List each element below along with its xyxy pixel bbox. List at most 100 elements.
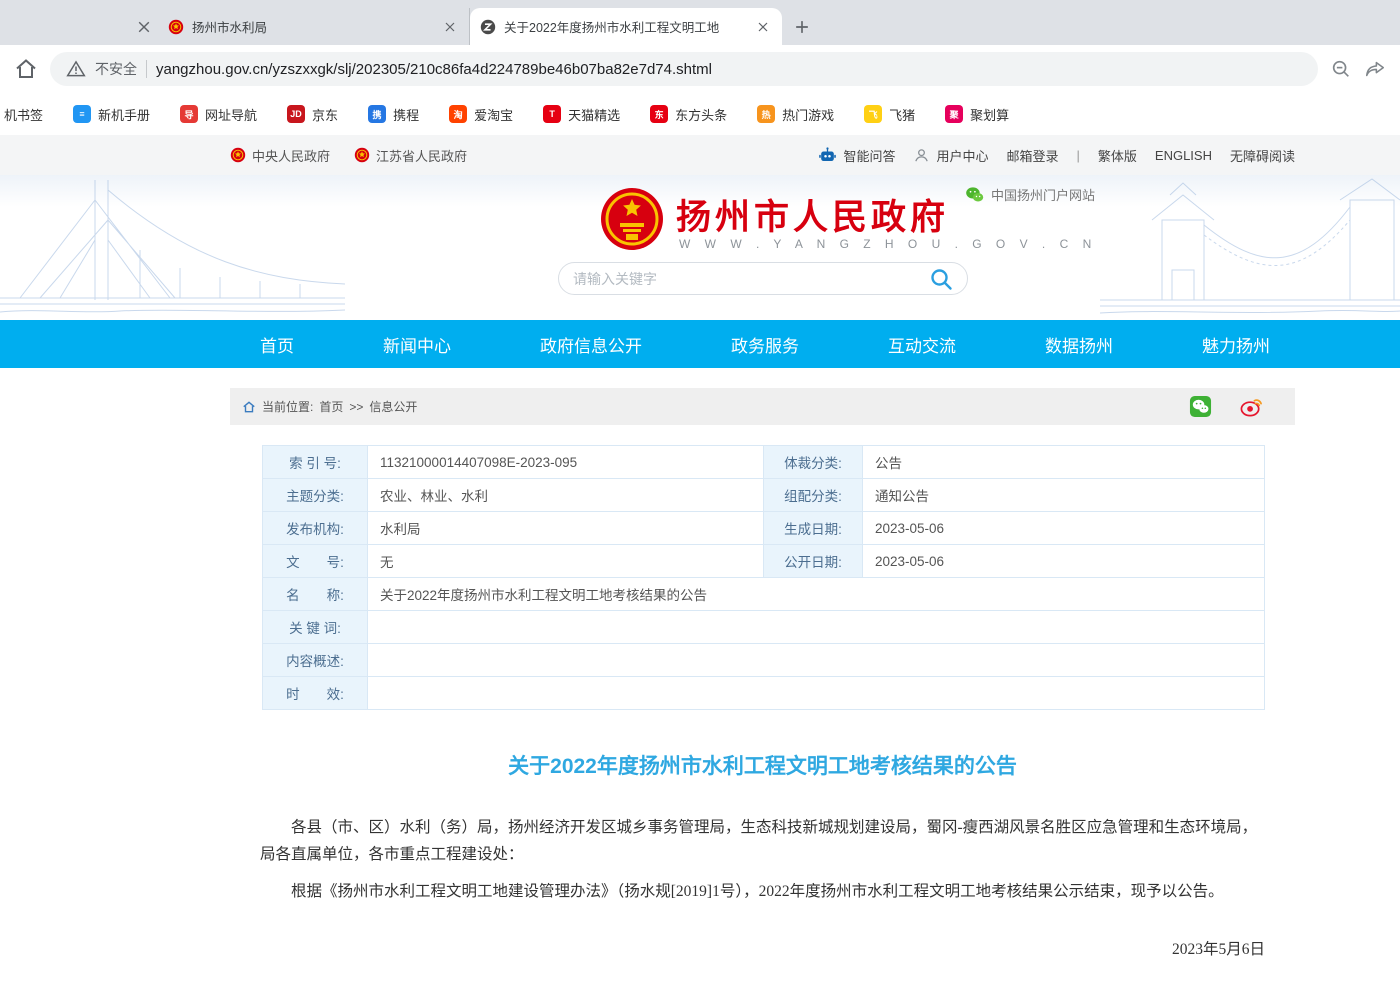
link-label: 智能问答: [843, 146, 895, 165]
search-input[interactable]: [573, 271, 929, 287]
meta-label: 内容概述:: [263, 644, 368, 677]
link-jiangsu-gov[interactable]: 江苏省人民政府: [354, 146, 467, 165]
bookmark-label: 网址导航: [205, 105, 257, 124]
close-icon[interactable]: [754, 18, 772, 36]
breadcrumb-current[interactable]: 信息公开: [369, 398, 417, 415]
divider: [146, 60, 147, 78]
bookmark-label: 携程: [393, 105, 419, 124]
bookmark-label: 东方头条: [675, 105, 727, 124]
link-mail-login[interactable]: 邮箱登录: [1006, 146, 1058, 165]
site-search: [558, 262, 968, 295]
banner-art-right: [1100, 175, 1400, 320]
close-icon[interactable]: [441, 18, 459, 36]
link-label: 邮箱登录: [1006, 146, 1058, 165]
main-navigation: 首页 新闻中心 政府信息公开 政务服务 互动交流 数据扬州 魅力扬州: [0, 320, 1400, 368]
link-accessibility[interactable]: 无障碍阅读: [1230, 146, 1295, 165]
wechat-share-icon[interactable]: [1189, 395, 1212, 418]
bookmark-favicon-icon: ≡: [73, 105, 91, 123]
zoom-out-icon[interactable]: [1330, 58, 1352, 80]
address-bar[interactable]: 不安全 yangzhou.gov.cn/yzszxxgk/slj/202305/…: [50, 52, 1318, 86]
bookmark-item[interactable]: 东 东方头条: [650, 105, 727, 124]
home-icon[interactable]: [14, 57, 38, 81]
link-label: 无障碍阅读: [1230, 146, 1295, 165]
bookmark-favicon-icon: 淘: [449, 105, 467, 123]
bookmark-item[interactable]: 携 携程: [368, 105, 419, 124]
search-icon[interactable]: [929, 267, 953, 291]
link-central-gov[interactable]: 中央人民政府: [230, 146, 330, 165]
bookmark-item[interactable]: 机书签: [4, 105, 43, 124]
meta-label: 主题分类:: [263, 479, 368, 512]
bookmark-item[interactable]: T 天猫精选: [543, 105, 620, 124]
nav-news-center[interactable]: 新闻中心: [383, 332, 451, 357]
nav-interaction[interactable]: 互动交流: [888, 332, 956, 357]
meta-label: 发布机构:: [263, 512, 368, 545]
nav-charm-yangzhou[interactable]: 魅力扬州: [1202, 332, 1270, 357]
bookmark-label: 飞猪: [889, 105, 915, 124]
link-smart-qa[interactable]: 智能问答: [818, 146, 895, 165]
meta-value: 无: [368, 545, 764, 578]
tab-announcement[interactable]: 关于2022年度扬州市水利工程文明工地: [470, 8, 782, 45]
new-tab-button[interactable]: [788, 13, 816, 41]
bookmark-item[interactable]: 飞 飞猪: [864, 105, 915, 124]
bookmark-item[interactable]: 导 网址导航: [180, 105, 257, 124]
bookmark-favicon-icon: 东: [650, 105, 668, 123]
tab-title: 关于2022年度扬州市水利工程文明工地: [504, 17, 746, 36]
wechat-icon: [965, 185, 984, 204]
meta-value: [368, 644, 1265, 677]
portal-link[interactable]: 中国扬州门户网站: [965, 185, 1095, 204]
meta-label: 体裁分类:: [764, 446, 863, 479]
bookmark-label: 热门游戏: [782, 105, 834, 124]
nav-home[interactable]: 首页: [260, 332, 294, 357]
bookmark-label: 京东: [312, 105, 338, 124]
article-paragraph: 根据《扬州市水利工程文明工地建设管理办法》（扬水规[2019]1号），2022年…: [260, 878, 1265, 905]
bookmark-label: 机书签: [4, 105, 43, 124]
share-icon[interactable]: [1364, 58, 1386, 80]
meta-value: 公告: [863, 446, 1265, 479]
site-domain: W W W . Y A N G Z H O U . G O V . C N: [679, 237, 1097, 251]
link-traditional[interactable]: 繁体版: [1098, 146, 1137, 165]
link-english[interactable]: ENGLISH: [1155, 148, 1212, 163]
bookmark-label: 聚划算: [970, 105, 1009, 124]
security-label: 不安全: [95, 59, 137, 79]
nav-gov-info-disclosure[interactable]: 政府信息公开: [540, 332, 642, 357]
bookmark-favicon-icon: 热: [757, 105, 775, 123]
site-title: 扬州市人民政府: [676, 189, 949, 240]
meta-value: 农业、林业、水利: [368, 479, 764, 512]
bookmark-item[interactable]: 聚 聚划算: [945, 105, 1009, 124]
bookmark-favicon-icon: 飞: [864, 105, 882, 123]
link-label: 江苏省人民政府: [376, 146, 467, 165]
bookmark-favicon-icon: 聚: [945, 105, 963, 123]
weibo-share-icon[interactable]: [1240, 395, 1263, 418]
bookmark-item[interactable]: 热 热门游戏: [757, 105, 834, 124]
meta-value: 水利局: [368, 512, 764, 545]
close-icon[interactable]: [130, 9, 158, 45]
bookmark-item[interactable]: JD 京东: [287, 105, 338, 124]
meta-value: 关于2022年度扬州市水利工程文明工地考核结果的公告: [368, 578, 1265, 611]
tab-water-bureau[interactable]: 扬州市水利局: [158, 8, 470, 45]
meta-label: 索 引 号:: [263, 446, 368, 479]
meta-value: [368, 611, 1265, 644]
meta-value: 通知公告: [863, 479, 1265, 512]
breadcrumb-home[interactable]: 首页: [319, 398, 343, 415]
meta-value: 2023-05-06: [863, 545, 1265, 578]
article-date: 2023年5月6日: [230, 937, 1265, 959]
home-icon: [242, 400, 256, 414]
bookmark-item[interactable]: ≡ 新机手册: [73, 105, 150, 124]
meta-label: 文 号:: [263, 545, 368, 578]
bookmark-item[interactable]: 淘 爱淘宝: [449, 105, 513, 124]
table-row: 文 号: 无 公开日期: 2023-05-06: [263, 545, 1265, 578]
nav-data-yangzhou[interactable]: 数据扬州: [1045, 332, 1113, 357]
meta-label: 组配分类:: [764, 479, 863, 512]
nav-gov-services[interactable]: 政务服务: [731, 332, 799, 357]
meta-value: 11321000014407098E-2023-095: [368, 446, 764, 479]
site-header-banner: 扬州市人民政府 W W W . Y A N G Z H O U . G O V …: [0, 175, 1400, 320]
portal-label: 中国扬州门户网站: [991, 185, 1095, 204]
link-label: 繁体版: [1098, 146, 1137, 165]
bookmark-favicon-icon: 携: [368, 105, 386, 123]
table-row: 关 键 词:: [263, 611, 1265, 644]
meta-label: 时 效:: [263, 677, 368, 710]
link-user-center[interactable]: 用户中心: [913, 146, 988, 165]
not-secure-warning-icon: [66, 59, 86, 79]
page-content: 当前位置: 首页 >> 信息公开 索 引 号: 11321: [230, 388, 1295, 997]
plus-icon: [795, 20, 809, 34]
